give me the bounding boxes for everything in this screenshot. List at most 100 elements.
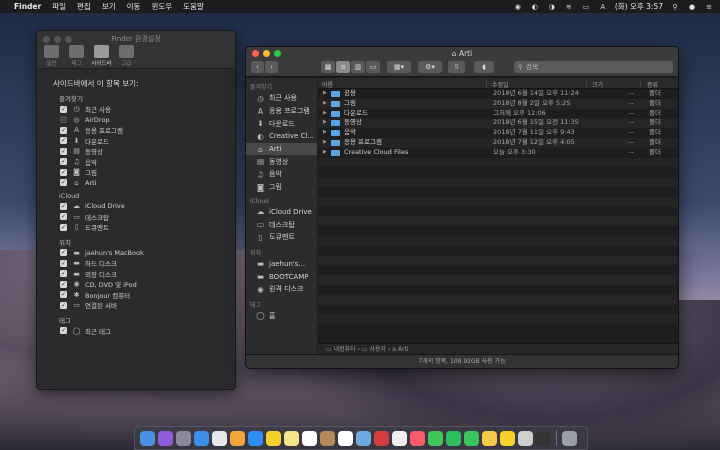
dock-music-icon[interactable] <box>410 430 425 446</box>
dock-line-icon[interactable] <box>464 430 479 446</box>
tab-general[interactable]: 일반 <box>41 45 62 67</box>
dock-calendar-icon[interactable] <box>302 430 317 446</box>
back-button[interactable]: ‹ <box>251 61 264 73</box>
dock-itunes-icon[interactable] <box>392 430 407 446</box>
user-icon[interactable]: ● <box>687 3 697 11</box>
table-row[interactable]: ▶ Creative Cloud Files 오늘 오후 3:30 -- 폴더 <box>318 148 678 158</box>
path-item[interactable]: 내컴퓨터 <box>334 346 356 353</box>
checkbox[interactable]: ✓ <box>60 168 67 176</box>
sidebar-item[interactable]: ◐ Creative Cl... <box>246 130 317 143</box>
tags-button[interactable]: ◖ <box>474 61 494 73</box>
prefs-option-row[interactable]: ✓ ▯ 도큐멘트 <box>60 222 235 233</box>
app-status-icon[interactable]: ◐ <box>530 3 540 11</box>
checkbox[interactable]: ✓ <box>60 202 67 210</box>
disclosure-triangle-icon[interactable]: ▶ <box>323 89 327 99</box>
sidebar-item[interactable]: ▬ BOOTCAMP <box>246 270 317 283</box>
col-size[interactable]: 크기 <box>592 80 603 89</box>
list-view-button[interactable]: ≡ <box>336 61 350 73</box>
prefs-option-row[interactable]: ✓ ☁ iCloud Drive <box>60 201 235 212</box>
sidebar-item[interactable]: ▭ 데스크탑 <box>246 218 317 231</box>
prefs-option-row[interactable]: ✓ ◯ 최근 태그 <box>60 326 235 337</box>
checkbox[interactable]: ✓ <box>60 158 67 166</box>
sidebar-item[interactable]: A 응용 프로그램 <box>246 105 317 118</box>
checkbox[interactable]: ✓ <box>60 126 67 134</box>
column-view-button[interactable]: ▥ <box>351 61 365 73</box>
checkbox[interactable]: ✓ <box>60 105 67 113</box>
sidebar-item[interactable]: ▬ jaehun's... <box>246 258 317 271</box>
menu-edit[interactable]: 편집 <box>77 1 91 12</box>
prefs-option-row[interactable]: ✓ ⬇ 다운로드 <box>60 136 235 147</box>
prefs-option-row[interactable]: ✓ ▬ jaehun's MacBook <box>60 248 235 259</box>
column-divider[interactable] <box>486 80 487 87</box>
action-menu-button[interactable]: ⚙▾ <box>418 61 442 73</box>
sidebar-item[interactable]: ▤ 동영상 <box>246 155 317 168</box>
share-button[interactable]: ⇧ <box>448 61 465 73</box>
battery-icon[interactable]: ▭ <box>581 3 591 11</box>
menu-go[interactable]: 이동 <box>127 1 141 12</box>
checkbox[interactable]: ✓ <box>60 179 67 187</box>
checkbox[interactable]: ✓ <box>60 301 67 309</box>
col-kind[interactable]: 종류 <box>647 80 658 89</box>
menu-file[interactable]: 파일 <box>52 1 66 12</box>
input-source-icon[interactable]: A <box>598 3 608 11</box>
menu-window[interactable]: 윈도우 <box>151 1 172 12</box>
checkbox[interactable]: ✓ <box>60 327 67 335</box>
menu-view[interactable]: 보기 <box>102 1 116 12</box>
sidebar-item[interactable]: ♫ 음악 <box>246 168 317 181</box>
disclosure-triangle-icon[interactable]: ▶ <box>323 148 327 158</box>
table-row[interactable]: ▶ 그림 2018년 8월 2일 오후 5:25 -- 폴더 <box>318 98 678 109</box>
dock-preview-icon[interactable] <box>356 430 371 446</box>
prefs-option-row[interactable]: ✓ ▤ 동영상 <box>60 146 235 157</box>
gallery-view-button[interactable]: ▭ <box>366 61 380 73</box>
disclosure-triangle-icon[interactable]: ▶ <box>323 99 327 109</box>
dock-trash-icon[interactable] <box>562 430 577 446</box>
column-divider[interactable] <box>640 80 641 87</box>
prefs-option-row[interactable]: ✓ ⌂ Arti <box>60 178 235 189</box>
table-row[interactable]: ▶ 응용 프로그램 2018년 7월 12일 오후 4:05 -- 폴더 <box>318 137 678 148</box>
table-row[interactable]: ▶ 동영상 2018년 6월 15일 오전 11:35 -- 폴더 <box>318 118 678 129</box>
sidebar-item[interactable]: ◯ 홈 <box>246 310 317 323</box>
dock-contacts-icon[interactable] <box>320 430 335 446</box>
dock-folder-icon[interactable] <box>482 430 497 446</box>
dock-photos-icon[interactable] <box>230 430 245 446</box>
dock-launchpad-icon[interactable] <box>176 430 191 446</box>
tab-sidebar[interactable]: 사이드바 <box>91 45 112 67</box>
disclosure-triangle-icon[interactable]: ▶ <box>323 138 327 148</box>
sidebar-item[interactable]: ◷ 최근 사용 <box>246 92 317 105</box>
circle-status-icon[interactable]: ◑ <box>547 3 557 11</box>
dock-kakaotalk-2-icon[interactable] <box>500 430 515 446</box>
table-row[interactable]: ▶ 다운로드 그저께 오후 12:06 -- 폴더 <box>318 109 678 119</box>
checkbox[interactable]: ✓ <box>60 259 67 267</box>
col-date[interactable]: 수정일 <box>492 80 509 89</box>
dock-reminders-icon[interactable] <box>338 430 353 446</box>
menubar-clock[interactable]: (화) 오후 3:57 <box>615 1 663 12</box>
checkbox[interactable]: ✓ <box>60 213 67 221</box>
table-row[interactable]: ▶ 공용 2018년 6월 14일 오후 11:24 -- 폴더 <box>318 89 678 99</box>
menu-finder[interactable]: Finder <box>14 2 41 11</box>
forward-button[interactable]: › <box>265 61 278 73</box>
prefs-option-row[interactable]: ✓ ▬ 하드 디스크 <box>60 258 235 269</box>
eye-icon[interactable]: ◉ <box>513 3 523 11</box>
dock-textedit-icon[interactable] <box>518 430 533 446</box>
checkbox[interactable]: ✓ <box>60 270 67 278</box>
dock-notes-icon[interactable] <box>284 430 299 446</box>
sidebar-item[interactable]: ⬇ 다운로드 <box>246 117 317 130</box>
prefs-option-row[interactable]: ◎ AirDrop <box>60 115 235 126</box>
dock-photobooth-icon[interactable] <box>374 430 389 446</box>
table-row[interactable]: ▶ 음악 2018년 7월 11일 오후 9:43 -- 폴더 <box>318 128 678 138</box>
sidebar-item[interactable]: ▯ 도큐멘트 <box>246 231 317 244</box>
tab-tags[interactable]: 태그 <box>66 45 87 67</box>
group-by-button[interactable]: ▦▾ <box>387 61 411 73</box>
spotlight-icon[interactable]: ⚲ <box>670 3 680 11</box>
dock-kakaotalk-icon[interactable] <box>266 430 281 446</box>
prefs-option-row[interactable]: ✓ ◉ CD, DVD 및 iPod <box>60 279 235 290</box>
notification-center-icon[interactable]: ≡ <box>704 3 714 11</box>
dock-appstore-icon[interactable] <box>248 430 263 446</box>
wifi-icon[interactable]: ≋ <box>564 3 574 11</box>
dock-chrome-icon[interactable] <box>212 430 227 446</box>
sidebar-item[interactable]: ☁ iCloud Drive <box>246 206 317 219</box>
prefs-option-row[interactable]: ✓ ♫ 음악 <box>60 157 235 168</box>
checkbox[interactable]: ✓ <box>60 280 67 288</box>
disclosure-triangle-icon[interactable]: ▶ <box>323 109 327 119</box>
tab-advanced[interactable]: 고급 <box>116 45 137 67</box>
